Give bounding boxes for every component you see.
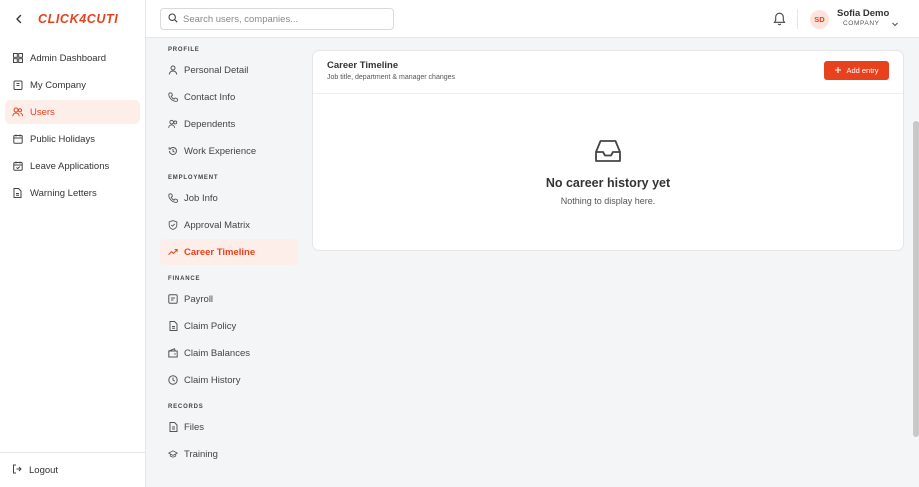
subnav-item-label: Payroll — [184, 293, 214, 305]
sidebar-nav: Admin Dashboard My Company Users Public … — [0, 46, 145, 205]
subnav-item-label: Claim History — [184, 374, 241, 386]
subnav-item-approval-matrix[interactable]: Approval Matrix — [160, 212, 298, 238]
section-label-records: RECORDS — [168, 404, 204, 410]
page-scrollbar[interactable] — [913, 121, 919, 437]
subnav-item-label: Claim Balances — [184, 347, 250, 359]
search-icon — [168, 10, 178, 28]
sidebar-item-public-holidays[interactable]: Public Holidays — [5, 127, 140, 151]
user-role: COMPANY — [843, 20, 880, 27]
building-icon — [12, 80, 23, 91]
subnav-item-dependents[interactable]: Dependents — [160, 111, 298, 137]
phone-icon — [168, 92, 178, 102]
clock-icon — [168, 375, 178, 385]
users-icon — [168, 119, 178, 129]
brand-bar: CLICK4CUTI — [0, 0, 145, 38]
subnav-item-label: Job Info — [184, 192, 218, 204]
document-icon — [12, 188, 23, 199]
sidebar-item-warning-letters[interactable]: Warning Letters — [5, 181, 140, 205]
subnav-item-label: Work Experience — [184, 145, 257, 157]
card-header: Career Timeline Job title, department & … — [313, 51, 903, 94]
logout-button[interactable]: Logout — [0, 452, 146, 487]
sidebar-item-leave-applications[interactable]: Leave Applications — [5, 154, 140, 178]
subnav-item-work-experience[interactable]: Work Experience — [160, 138, 298, 164]
profile-subnav: PROFILE Personal Detail Contact Info Dep… — [160, 44, 298, 468]
subnav-item-claim-history[interactable]: Claim History — [160, 367, 298, 393]
file-icon — [168, 422, 178, 432]
calendar-icon — [12, 134, 23, 145]
header-divider — [797, 9, 798, 29]
inbox-icon — [594, 138, 622, 164]
calendar-check-icon — [12, 161, 23, 172]
subnav-item-label: Claim Policy — [184, 320, 237, 332]
sidebar-item-label: Users — [30, 106, 55, 118]
search-box[interactable] — [160, 8, 394, 30]
sidebar-item-label: Admin Dashboard — [30, 52, 107, 64]
bell-icon[interactable] — [773, 12, 786, 26]
sidebar-item-admin-dashboard[interactable]: Admin Dashboard — [5, 46, 140, 70]
sidebar-item-my-company[interactable]: My Company — [5, 73, 140, 97]
subnav-item-label: Approval Matrix — [184, 219, 250, 231]
company-logo[interactable]: CLICK4CUTI — [38, 12, 118, 26]
dashboard-icon — [12, 53, 23, 64]
subnav-item-files[interactable]: Files — [160, 414, 298, 440]
sidebar-item-label: Warning Letters — [30, 187, 97, 199]
subnav-item-claim-balances[interactable]: Claim Balances — [160, 340, 298, 366]
chevron-left-icon[interactable] — [12, 12, 26, 26]
add-entry-button[interactable]: Add entry — [824, 61, 889, 80]
graduation-cap-icon — [168, 449, 178, 459]
empty-state-subtitle: Nothing to display here. — [560, 196, 656, 206]
logout-icon — [12, 464, 22, 477]
section-label-profile: PROFILE — [168, 47, 200, 53]
plus-icon — [834, 66, 842, 76]
sidebar: CLICK4CUTI Admin Dashboard My Company Us… — [0, 0, 146, 487]
history-icon — [168, 146, 178, 156]
subnav-item-job-info[interactable]: Job Info — [160, 185, 298, 211]
phone-icon — [168, 193, 178, 203]
sidebar-item-label: My Company — [30, 79, 86, 91]
sidebar-item-users[interactable]: Users — [5, 100, 140, 124]
sidebar-item-label: Public Holidays — [30, 133, 95, 145]
users-icon — [12, 107, 23, 118]
user-icon — [168, 65, 178, 75]
subnav-item-career-timeline[interactable]: Career Timeline — [160, 239, 298, 265]
document-icon — [168, 321, 178, 331]
wallet-icon — [168, 348, 178, 358]
top-header: SD Sofia Demo COMPANY — [146, 0, 919, 38]
shield-check-icon — [168, 220, 178, 230]
card-subtitle: Job title, department & manager changes — [327, 74, 456, 81]
add-entry-label: Add entry — [846, 66, 879, 75]
subnav-item-label: Files — [184, 421, 205, 433]
chevron-down-icon[interactable] — [891, 15, 899, 27]
subnav-item-payroll[interactable]: Payroll — [160, 286, 298, 312]
section-label-employment: EMPLOYMENT — [168, 175, 219, 181]
empty-state-title: No career history yet — [545, 176, 671, 190]
section-label-finance: FINANCE — [168, 276, 201, 282]
avatar[interactable]: SD — [810, 10, 829, 29]
trending-up-icon — [168, 247, 178, 257]
user-name[interactable]: Sofia Demo — [837, 8, 889, 19]
logout-label: Logout — [29, 464, 59, 476]
subnav-item-contact-info[interactable]: Contact Info — [160, 84, 298, 110]
subnav-item-label: Dependents — [184, 118, 236, 130]
career-timeline-card: Career Timeline Job title, department & … — [312, 50, 904, 251]
subnav-item-label: Training — [184, 448, 218, 460]
subnav-item-label: Career Timeline — [184, 246, 256, 258]
subnav-item-personal-detail[interactable]: Personal Detail — [160, 57, 298, 83]
subnav-item-label: Contact Info — [184, 91, 236, 103]
search-input[interactable] — [183, 13, 383, 25]
sidebar-item-label: Leave Applications — [30, 160, 110, 172]
card-title: Career Timeline — [327, 60, 399, 71]
receipt-icon — [168, 294, 178, 304]
subnav-item-claim-policy[interactable]: Claim Policy — [160, 313, 298, 339]
subnav-item-training[interactable]: Training — [160, 441, 298, 467]
subnav-item-label: Personal Detail — [184, 64, 249, 76]
